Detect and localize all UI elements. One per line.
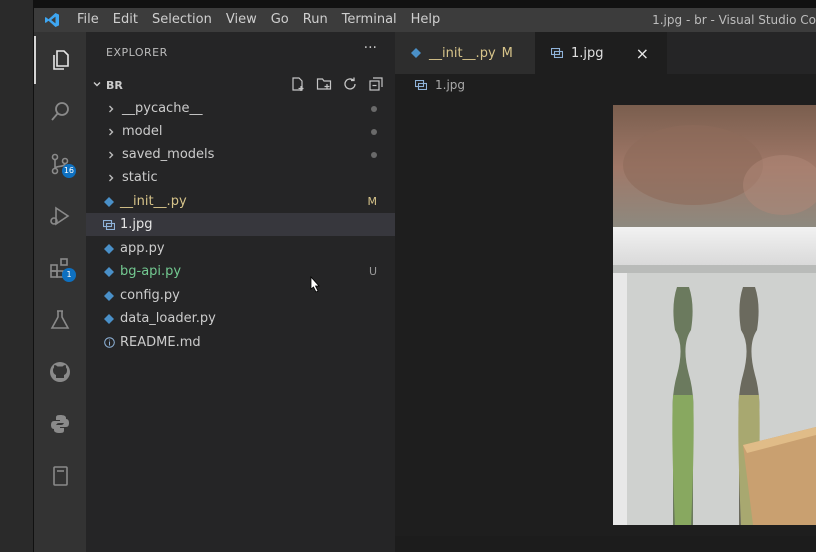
title-bar: File Edit Selection View Go Run Terminal…	[34, 8, 816, 32]
tree-item-readme-md[interactable]: README.md	[86, 331, 395, 354]
menu-terminal[interactable]: Terminal	[335, 8, 404, 32]
tree-item-label: static	[122, 170, 158, 185]
breadcrumb: 1.jpg	[395, 74, 816, 96]
tab-label: __init__.py	[429, 45, 496, 61]
python-file-icon	[411, 48, 421, 58]
tab-modified-badge: M	[501, 45, 513, 61]
explorer-title: EXPLORER	[106, 46, 168, 59]
explorer-icon[interactable]	[34, 36, 86, 84]
breadcrumb-file[interactable]: 1.jpg	[435, 78, 465, 92]
source-control-badge: 16	[61, 164, 76, 178]
source-control-icon[interactable]: 16	[34, 140, 86, 188]
image-preview	[613, 105, 816, 525]
tree-item-label: __pycache__	[122, 101, 203, 116]
window-top-edge	[34, 0, 816, 8]
notebook-icon[interactable]	[34, 452, 86, 500]
python-icon[interactable]	[34, 400, 86, 448]
tree-item-app-py[interactable]: app.py	[86, 237, 395, 260]
tree-item-config-py[interactable]: config.py	[86, 284, 395, 307]
python-file-icon	[100, 243, 118, 254]
extensions-icon[interactable]: 1	[34, 244, 86, 292]
image-file-icon	[100, 219, 118, 230]
status-dot	[371, 151, 377, 158]
vscode-logo-icon	[34, 8, 70, 32]
tree-item-label: __init__.py	[120, 194, 187, 209]
collapse-all-icon[interactable]	[367, 75, 385, 93]
tree-item-label: saved_models	[122, 147, 215, 162]
tree-item-model[interactable]: model	[86, 120, 395, 143]
menu-go[interactable]: Go	[264, 8, 296, 32]
refresh-icon[interactable]	[341, 75, 359, 93]
workspace-folder-name: BR	[106, 78, 123, 92]
tree-item-label: bg-api.py	[120, 264, 182, 279]
chevron-right-icon	[102, 173, 120, 183]
chevron-right-icon	[102, 150, 120, 160]
menu-edit[interactable]: Edit	[106, 8, 145, 32]
untracked-badge: U	[368, 265, 377, 278]
more-actions-button[interactable]: ···	[364, 40, 377, 56]
editor-tab-bar: __init__.py M 1.jpg ×	[395, 32, 816, 74]
folder-actions	[289, 75, 385, 93]
tree-item-static[interactable]: static	[86, 166, 395, 189]
tree-item-1-jpg[interactable]: 1.jpg	[86, 213, 395, 236]
tab-init-py[interactable]: __init__.py M	[395, 32, 535, 74]
window-title: 1.jpg - br - Visual Studio Co	[652, 13, 816, 27]
python-file-icon	[100, 290, 118, 301]
github-icon[interactable]	[34, 348, 86, 396]
mouse-cursor	[308, 275, 322, 299]
tree-item-label: config.py	[120, 288, 180, 303]
tree-item-pycache[interactable]: __pycache__	[86, 97, 395, 120]
tab-1-jpg[interactable]: 1.jpg ×	[535, 32, 667, 74]
image-file-icon	[551, 48, 563, 58]
status-dot	[371, 105, 377, 112]
chevron-down-icon	[86, 79, 106, 92]
info-icon	[100, 337, 118, 348]
status-bar	[395, 536, 816, 552]
chevron-right-icon	[102, 127, 120, 137]
tree-item-bg-api-py[interactable]: bg-api.py U	[86, 260, 395, 283]
search-icon[interactable]	[34, 88, 86, 136]
explorer-sidebar: EXPLORER ··· BR __pycache__ model saved_…	[86, 32, 395, 552]
testing-flask-icon[interactable]	[34, 296, 86, 344]
menu-run[interactable]: Run	[296, 8, 335, 32]
tree-item-init-py[interactable]: __init__.py M	[86, 190, 395, 213]
tree-item-saved-models[interactable]: saved_models	[86, 143, 395, 166]
menu-view[interactable]: View	[219, 8, 264, 32]
chevron-right-icon	[102, 104, 120, 114]
tab-label: 1.jpg	[571, 45, 604, 61]
tree-item-label: 1.jpg	[120, 217, 153, 232]
extensions-badge: 1	[62, 268, 76, 282]
python-file-icon	[100, 196, 118, 207]
tree-item-label: data_loader.py	[120, 311, 216, 326]
tree-item-label: model	[122, 124, 163, 139]
python-file-icon	[100, 266, 118, 277]
desktop-edge	[0, 0, 34, 552]
modified-badge: M	[367, 195, 378, 208]
run-debug-icon[interactable]	[34, 192, 86, 240]
tree-item-label: README.md	[120, 335, 201, 350]
tree-item-label: app.py	[120, 241, 165, 256]
python-file-icon	[100, 313, 118, 324]
status-dot	[371, 128, 377, 135]
menu-help[interactable]: Help	[404, 8, 448, 32]
close-icon[interactable]: ×	[636, 44, 649, 63]
new-folder-icon[interactable]	[315, 75, 333, 93]
menu-file[interactable]: File	[70, 8, 106, 32]
tree-item-data-loader-py[interactable]: data_loader.py	[86, 307, 395, 330]
new-file-icon[interactable]	[289, 75, 307, 93]
image-file-icon	[415, 80, 427, 90]
menu-selection[interactable]: Selection	[145, 8, 219, 32]
activity-bar: 16 1	[34, 32, 86, 552]
